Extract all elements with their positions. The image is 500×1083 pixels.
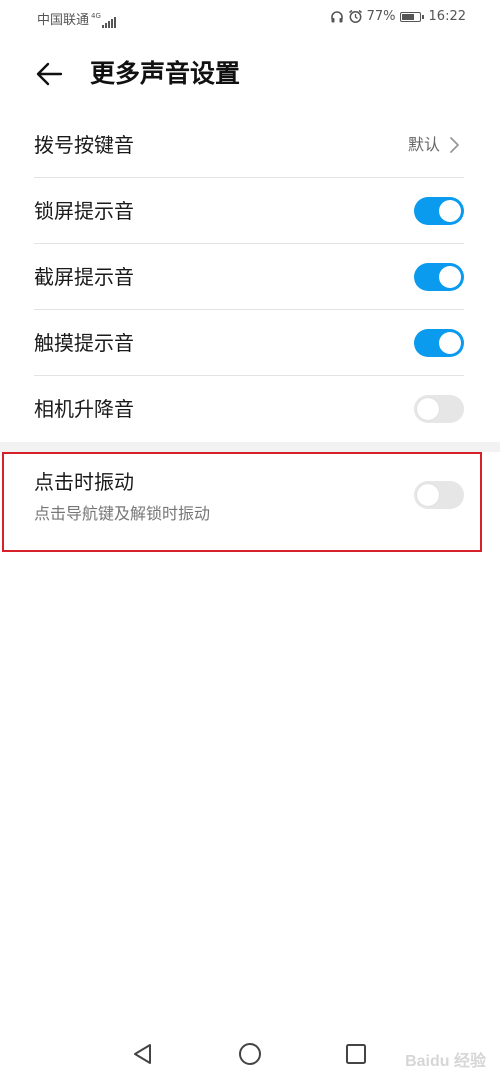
touch-sound-label: 触摸提示音	[34, 331, 134, 355]
toggle-knob	[439, 200, 461, 222]
network-type: 4G	[91, 12, 101, 20]
dial-tone-label: 拨号按键音	[34, 133, 134, 157]
clock: 16:22	[428, 9, 466, 24]
tap-vibration-toggle[interactable]	[414, 481, 464, 509]
nav-recents-icon	[346, 1044, 366, 1064]
toggle-knob	[439, 266, 461, 288]
headset-icon	[330, 10, 343, 22]
nav-back-button[interactable]	[129, 1040, 157, 1068]
settings-list: 拨号按键音 默认 锁屏提示音 截屏提示音 触摸提示音 相机升降音	[0, 112, 500, 442]
navigation-bar: Baidu 经验	[0, 1030, 500, 1083]
tap-vibration-description: 点击导航键及解锁时振动	[34, 504, 211, 523]
screenshot-sound-label: 截屏提示音	[34, 265, 134, 289]
screenshot-sound-toggle[interactable]	[414, 263, 464, 291]
nav-recents-button[interactable]	[342, 1040, 370, 1068]
signal-icon	[101, 16, 116, 28]
page-title: 更多声音设置	[90, 59, 241, 88]
nav-back-icon	[134, 1044, 151, 1064]
carrier-name: 中国联通	[37, 13, 90, 28]
touch-sound-row: 触摸提示音	[34, 310, 464, 376]
camera-lift-sound-label: 相机升降音	[34, 397, 134, 421]
battery-icon	[399, 11, 424, 22]
toggle-knob	[417, 484, 439, 506]
chevron-right-icon	[450, 137, 459, 153]
lock-sound-row: 锁屏提示音	[34, 178, 464, 244]
alarm-icon	[348, 9, 362, 23]
back-arrow-icon	[36, 62, 63, 86]
dial-tone-row[interactable]: 拨号按键音 默认	[34, 112, 464, 178]
status-bar: 中国联通 4G 77% 16:22	[0, 0, 500, 34]
lock-sound-label: 锁屏提示音	[34, 199, 134, 223]
status-left: 中国联通 4G	[37, 9, 116, 28]
header: 更多声音设置	[0, 50, 500, 98]
tap-vibration-row: 点击时振动 点击导航键及解锁时振动	[34, 452, 464, 552]
toggle-knob	[417, 398, 439, 420]
nav-home-button[interactable]	[236, 1040, 264, 1068]
group-divider	[0, 442, 500, 452]
back-button[interactable]	[34, 58, 66, 90]
touch-sound-toggle[interactable]	[414, 329, 464, 357]
camera-lift-sound-toggle[interactable]	[414, 395, 464, 423]
tap-vibration-label: 点击时振动	[34, 470, 134, 494]
screenshot-sound-row: 截屏提示音	[34, 244, 464, 310]
camera-lift-sound-row: 相机升降音	[34, 376, 464, 442]
nav-home-icon	[239, 1043, 261, 1065]
status-right: 77% 16:22	[330, 9, 466, 24]
toggle-knob	[439, 332, 461, 354]
watermark: Baidu 经验	[405, 1053, 486, 1070]
battery-percent: 77%	[366, 9, 396, 24]
lock-sound-toggle[interactable]	[414, 197, 464, 225]
dial-tone-value: 默认	[407, 135, 440, 154]
